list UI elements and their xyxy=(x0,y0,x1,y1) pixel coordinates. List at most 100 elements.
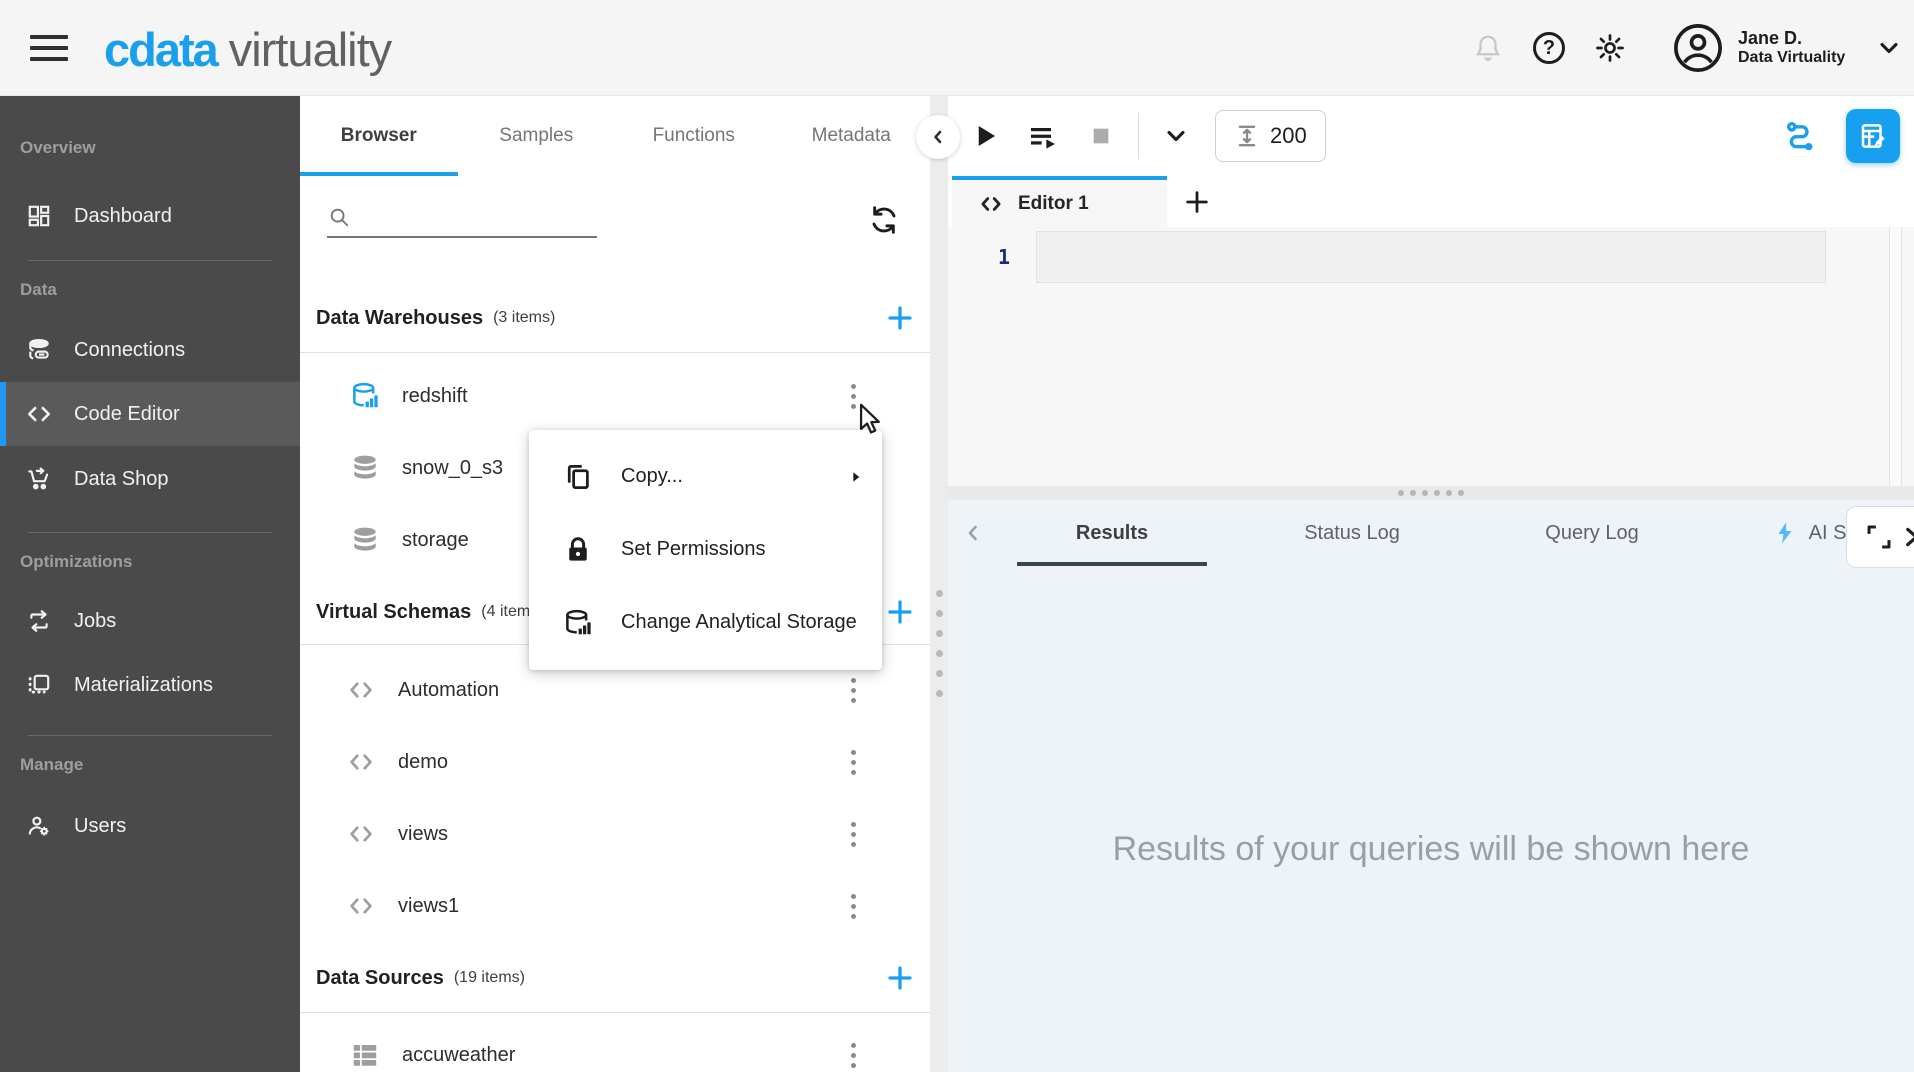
expand-results-button[interactable] xyxy=(1846,506,1914,568)
add-data-source-button[interactable] xyxy=(884,962,916,994)
user-menu[interactable]: Jane D. Data Virtuality xyxy=(1672,18,1903,78)
views1-kebab-menu[interactable] xyxy=(840,886,866,926)
row-limit-value: 200 xyxy=(1270,123,1307,148)
submenu-arrow-icon xyxy=(853,471,860,482)
play-icon xyxy=(978,126,995,146)
accuweather-kebab-menu[interactable] xyxy=(840,1035,866,1072)
demo-kebab-menu[interactable] xyxy=(840,742,866,782)
editor-toolbar: 200 xyxy=(948,96,1914,176)
users-icon xyxy=(28,816,49,836)
tree-item-redshift[interactable]: redshift xyxy=(300,360,930,432)
menu-item-set-permissions[interactable]: Set Permissions xyxy=(529,513,882,586)
sidebar-item-code-editor[interactable]: Code Editor xyxy=(0,382,300,446)
new-editor-tab-button[interactable] xyxy=(1167,176,1227,227)
run-all-button[interactable] xyxy=(1020,113,1066,159)
help-icon[interactable] xyxy=(1532,31,1566,65)
chevron-left-icon xyxy=(968,525,977,541)
tab-metadata[interactable]: Metadata xyxy=(773,96,931,176)
sidebar-item-materializations[interactable]: Materializations xyxy=(0,653,300,717)
panel-drag-handle[interactable] xyxy=(932,590,946,697)
dashboard-icon xyxy=(28,205,50,227)
virtual-schema-code-icon xyxy=(350,826,372,842)
logo-virtuality: virtuality xyxy=(228,23,392,76)
app-logo: cdata virtuality xyxy=(104,22,392,77)
code-editor-area[interactable]: 1 xyxy=(948,227,1914,486)
visual-editor-button[interactable] xyxy=(1846,109,1900,163)
tab-browser[interactable]: Browser xyxy=(300,96,458,176)
menu-item-change-analytical-storage[interactable]: Change Analytical Storage xyxy=(529,586,882,659)
results-collapse-button[interactable] xyxy=(954,514,992,552)
tab-functions[interactable]: Functions xyxy=(615,96,773,176)
sidebar-item-users[interactable]: Users xyxy=(0,794,300,858)
hamburger-menu-icon[interactable] xyxy=(30,30,68,66)
tree-item-views[interactable]: views xyxy=(300,798,930,870)
sidebar-divider xyxy=(28,532,272,533)
refresh-icon[interactable] xyxy=(864,200,904,240)
add-virtual-schema-button[interactable] xyxy=(884,596,916,628)
plus-icon xyxy=(1186,190,1208,213)
run-options-dropdown[interactable] xyxy=(1153,113,1199,159)
views-kebab-menu[interactable] xyxy=(840,814,866,854)
browser-panel-tabs: Browser Samples Functions Metadata xyxy=(300,96,930,176)
analytical-storage-icon xyxy=(566,609,591,634)
notifications-bell-icon[interactable] xyxy=(1471,31,1505,65)
playlist-play-icon xyxy=(1031,128,1055,149)
tab-results[interactable]: Results xyxy=(992,500,1232,566)
editor-scrollbar[interactable] xyxy=(1889,227,1902,486)
search-input[interactable] xyxy=(327,196,597,238)
question-mark-glyph xyxy=(1533,32,1565,64)
run-query-button[interactable] xyxy=(962,113,1008,159)
tree-item-views1[interactable]: views1 xyxy=(300,870,930,942)
row-limit-control[interactable]: 200 xyxy=(1215,110,1326,162)
editor-active-line[interactable] xyxy=(1036,231,1826,283)
sidebar-nav: Overview Dashboard Data Connections Code… xyxy=(0,96,300,1072)
code-icon xyxy=(27,406,51,422)
line-number: 1 xyxy=(997,245,1010,269)
sidebar-item-data-shop[interactable]: Data Shop xyxy=(0,447,300,511)
chevron-right-icon xyxy=(1906,527,1914,547)
automation-kebab-menu[interactable] xyxy=(840,670,866,710)
sidebar-section-data: Data xyxy=(20,280,57,299)
stop-button[interactable] xyxy=(1078,113,1124,159)
lock-icon xyxy=(569,536,587,561)
sidebar-item-connections[interactable]: Connections xyxy=(0,318,300,382)
add-warehouse-button[interactable] xyxy=(884,302,916,334)
virtual-schema-code-icon xyxy=(350,898,372,914)
settings-gear-icon[interactable] xyxy=(1593,31,1627,65)
user-info: Jane D. Data Virtuality xyxy=(1738,28,1845,67)
query-plan-icon[interactable] xyxy=(1778,113,1824,159)
section-data-sources: Data Sources (19 items) xyxy=(300,952,930,1004)
section-divider xyxy=(300,352,930,353)
code-icon xyxy=(981,196,1001,211)
sidebar-section-manage: Manage xyxy=(20,755,84,774)
database-icon xyxy=(354,455,376,479)
jobs-repeat-icon xyxy=(30,610,48,632)
tab-status-log[interactable]: Status Log xyxy=(1232,500,1472,566)
table-edit-icon xyxy=(1861,124,1885,148)
sidebar-divider xyxy=(28,735,272,736)
tree-item-accuweather[interactable]: accuweather xyxy=(300,1019,930,1072)
lightning-bolt-icon xyxy=(1778,522,1792,544)
tree-item-demo[interactable]: demo xyxy=(300,726,930,798)
database-icon xyxy=(354,527,376,551)
results-splitter-handle[interactable] xyxy=(948,486,1914,500)
tab-query-log[interactable]: Query Log xyxy=(1472,500,1712,566)
menu-item-copy[interactable]: Copy... xyxy=(529,440,882,513)
virtual-schema-code-icon xyxy=(350,754,372,770)
user-organization: Data Virtuality xyxy=(1738,49,1846,67)
data-source-icon xyxy=(353,1045,377,1066)
section-divider xyxy=(300,1012,930,1013)
row-limit-icon xyxy=(1238,125,1256,147)
panel-divider[interactable] xyxy=(930,96,948,1072)
user-name: Jane D. xyxy=(1738,28,1803,49)
results-panel: Results Status Log Query Log AI SQL E Re… xyxy=(948,500,1914,1072)
tab-editor-1[interactable]: Editor 1 xyxy=(952,176,1167,227)
copy-icon xyxy=(567,464,589,489)
sidebar-item-dashboard[interactable]: Dashboard xyxy=(0,184,300,248)
tab-samples[interactable]: Samples xyxy=(458,96,616,176)
collapse-browser-panel-button[interactable] xyxy=(916,115,960,159)
redshift-kebab-menu[interactable] xyxy=(840,376,866,416)
app-header: cdata virtuality Jane D. Data Virtuality xyxy=(0,0,1914,96)
sidebar-item-jobs[interactable]: Jobs xyxy=(0,589,300,653)
sidebar-section-optimizations: Optimizations xyxy=(20,552,133,571)
